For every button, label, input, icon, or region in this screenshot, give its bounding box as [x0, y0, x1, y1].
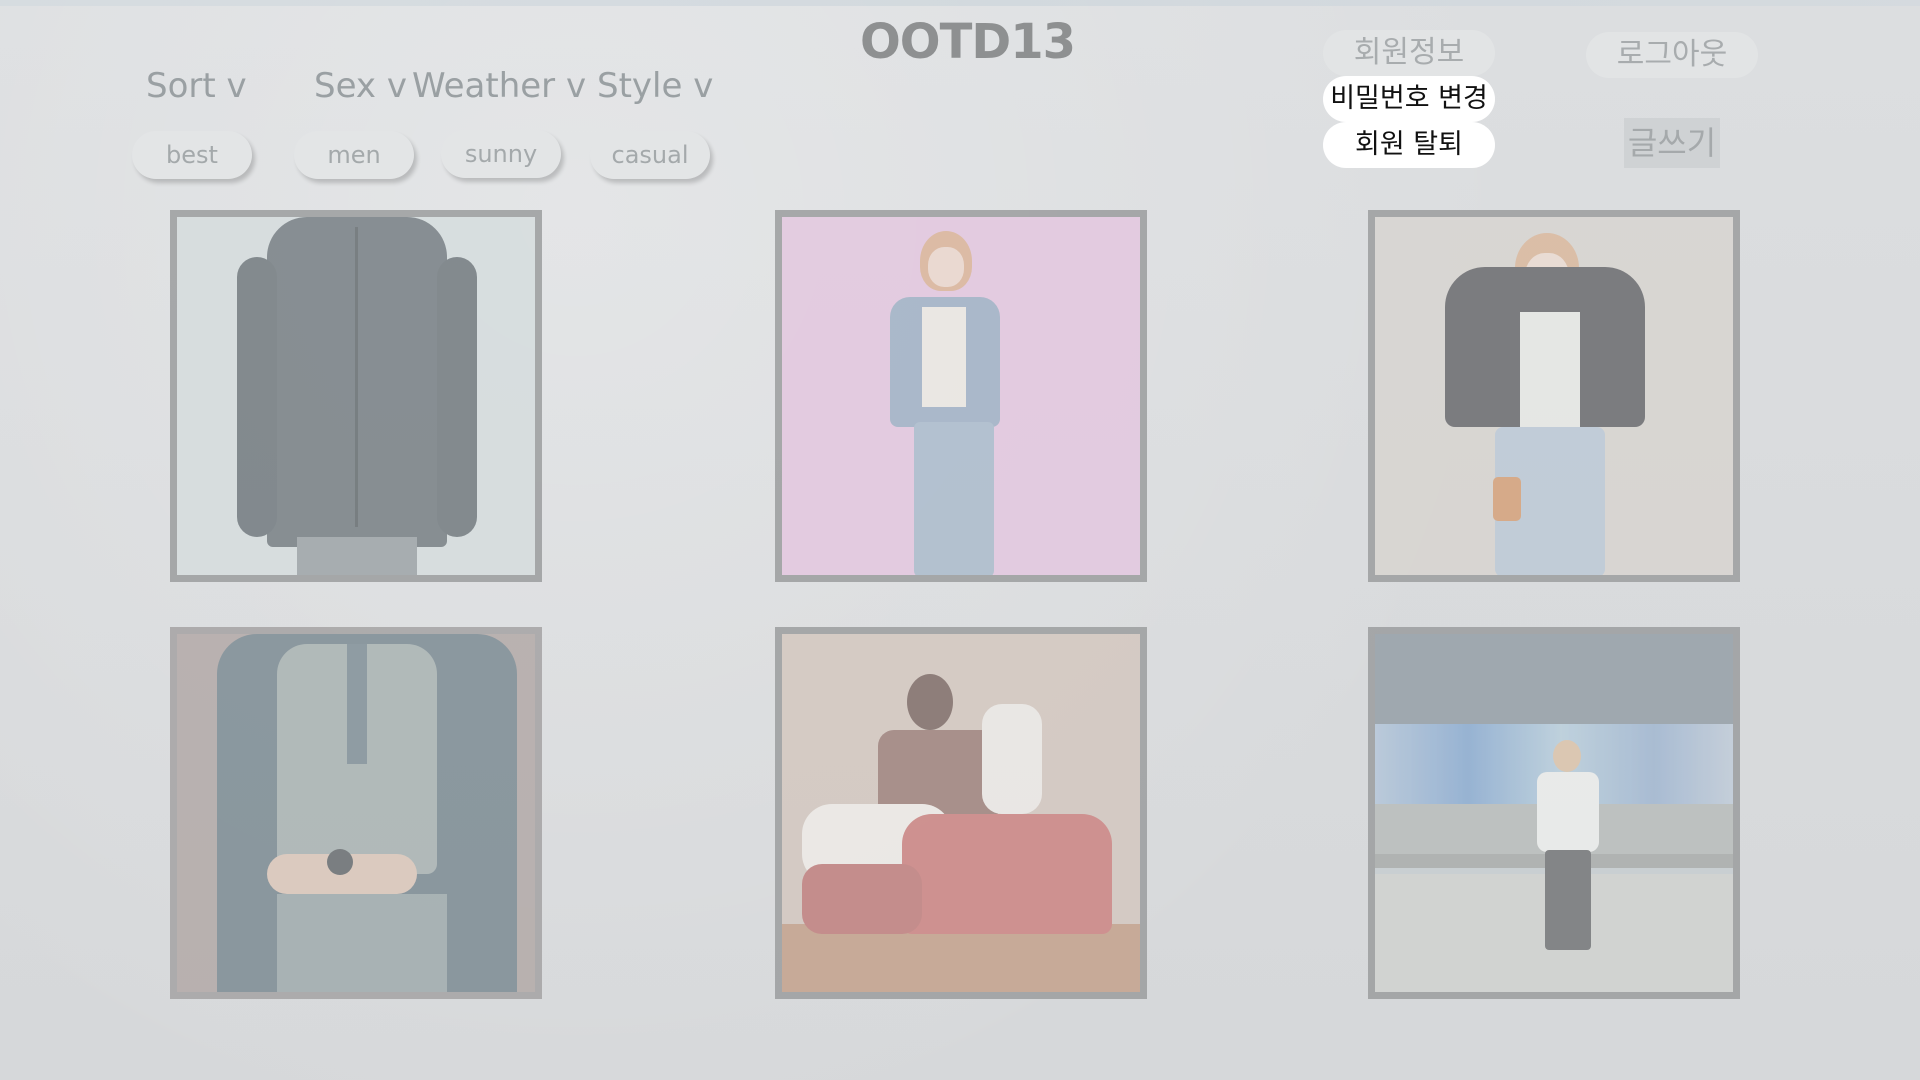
- post-card[interactable]: [1368, 627, 1740, 999]
- post-card[interactable]: [775, 210, 1147, 582]
- sort-dropdown[interactable]: Sort v: [146, 64, 247, 108]
- sex-chip-men[interactable]: men: [294, 131, 414, 179]
- post-card[interactable]: [170, 210, 542, 582]
- sex-dropdown[interactable]: Sex v: [314, 64, 407, 108]
- site-logo[interactable]: OOTD13: [860, 14, 1076, 70]
- logout-button[interactable]: 로그아웃: [1586, 32, 1758, 78]
- weather-dropdown[interactable]: Weather v: [412, 64, 586, 108]
- post-card[interactable]: [775, 627, 1147, 999]
- sort-chip-best[interactable]: best: [132, 131, 252, 179]
- style-chip-casual[interactable]: casual: [590, 131, 710, 179]
- post-card[interactable]: [1368, 210, 1740, 582]
- style-dropdown[interactable]: Style v: [597, 64, 713, 108]
- withdraw-button[interactable]: 회원 탈퇴: [1323, 122, 1495, 168]
- change-password-button[interactable]: 비밀번호 변경: [1323, 76, 1495, 122]
- profile-button[interactable]: 회원정보: [1323, 30, 1495, 76]
- post-card[interactable]: [170, 627, 542, 999]
- write-post-button[interactable]: 글쓰기: [1624, 118, 1720, 168]
- weather-chip-sunny[interactable]: sunny: [441, 130, 561, 178]
- top-edge: [0, 0, 1920, 6]
